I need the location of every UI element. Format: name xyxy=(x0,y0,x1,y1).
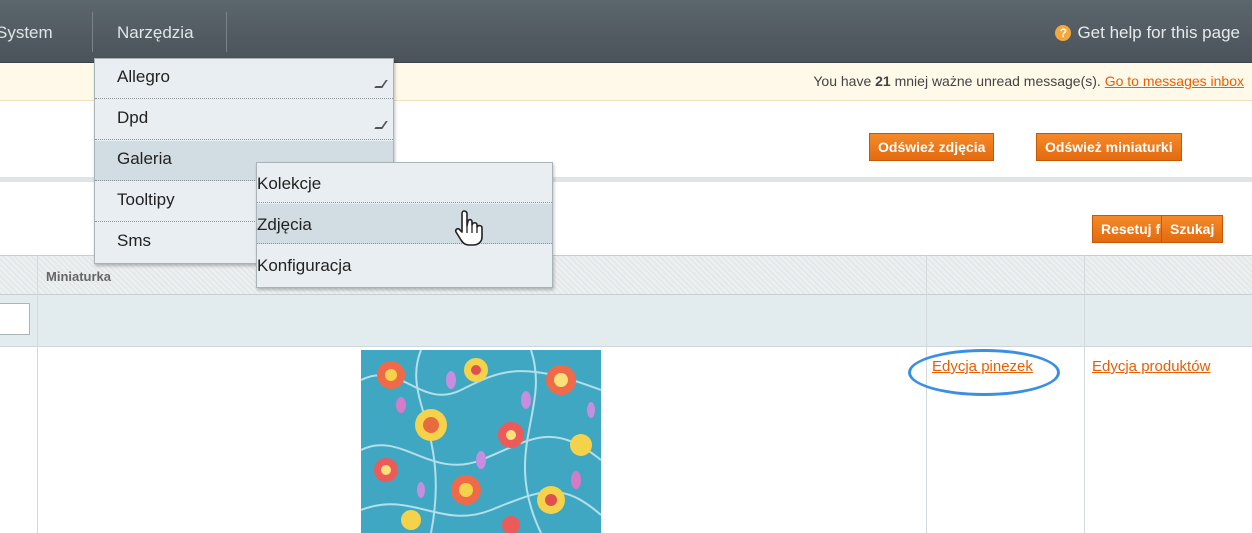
top-navigation: System Narzędzia ? Get help for this page xyxy=(0,0,1252,63)
menu-item-label: Galeria xyxy=(117,149,172,168)
table-row xyxy=(0,347,1252,533)
submenu-item-kolekcje[interactable]: Kolekcje xyxy=(257,163,552,203)
submenu-arrow-icon xyxy=(374,121,388,129)
nav-item-system[interactable]: System xyxy=(0,23,53,43)
highlight-oval xyxy=(908,349,1060,396)
help-link[interactable]: ? Get help for this page xyxy=(1055,23,1240,43)
menu-item-label: Allegro xyxy=(117,67,170,86)
message-text: You have 21 mniej ważne unread message(s… xyxy=(813,73,1244,89)
menu-item-label: Tooltipy xyxy=(117,190,175,209)
submenu-item-label: Kolekcje xyxy=(257,174,322,193)
help-label: Get help for this page xyxy=(1077,23,1240,42)
submenu-item-label: Zdjęcia xyxy=(257,215,312,234)
submenu-item-konfiguracja[interactable]: Konfiguracja xyxy=(257,245,552,285)
galeria-submenu: Kolekcje Zdjęcia Konfiguracja xyxy=(256,162,553,288)
thumbnail-image xyxy=(361,350,601,533)
filter-row xyxy=(0,295,1252,347)
help-icon: ? xyxy=(1055,25,1072,41)
edit-products-link[interactable]: Edycja produktów xyxy=(1092,356,1212,377)
messages-inbox-link[interactable]: Go to messages inbox xyxy=(1105,73,1244,89)
menu-item-allegro[interactable]: Allegro xyxy=(95,59,393,99)
filter-input[interactable] xyxy=(0,303,30,335)
menu-item-dpd[interactable]: Dpd xyxy=(95,100,393,140)
column-divider xyxy=(926,255,927,533)
column-divider xyxy=(37,255,38,533)
column-divider xyxy=(1084,255,1085,533)
search-button[interactable]: Szukaj xyxy=(1161,215,1224,243)
refresh-photos-button[interactable]: Odśwież zdjęcia xyxy=(869,133,995,161)
hand-cursor-icon xyxy=(454,210,483,246)
menu-item-label: Dpd xyxy=(117,108,149,127)
nav-item-narzedzia[interactable]: Narzędzia xyxy=(117,23,194,43)
submenu-arrow-icon xyxy=(374,80,388,88)
message-suffix: mniej ważne unread message(s). xyxy=(894,73,1101,89)
nav-separator xyxy=(92,12,93,52)
submenu-item-label: Konfiguracja xyxy=(257,256,352,275)
menu-item-label: Sms xyxy=(117,231,151,250)
column-header-thumbnail[interactable]: Miniaturka xyxy=(46,269,111,284)
submenu-item-zdjecia[interactable]: Zdjęcia xyxy=(257,204,552,244)
message-prefix: You have xyxy=(813,73,872,89)
data-grid: Miniaturka xyxy=(0,255,1252,533)
nav-separator xyxy=(226,12,227,52)
message-count: 21 xyxy=(875,73,891,89)
refresh-thumbnails-button[interactable]: Odśwież miniaturki xyxy=(1036,133,1182,161)
